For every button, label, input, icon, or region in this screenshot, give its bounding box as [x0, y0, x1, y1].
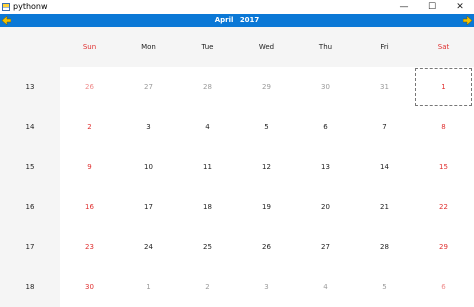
day-name-tue: Tue [201, 43, 214, 51]
day-cell[interactable]: 26 [237, 227, 296, 267]
calendar-navigation-bar: April 2017 [0, 14, 474, 27]
day-cell[interactable]: 10 [119, 147, 178, 187]
maximize-button[interactable]: ☐ [418, 0, 446, 14]
day-cell[interactable]: 31 [355, 67, 414, 107]
day-cell[interactable]: 6 [414, 267, 473, 307]
calendar-grid: Sun Mon Tue Wed Thu Fri Sat 13 26 27 28 29 30 31 1 14 2 3… [0, 27, 474, 307]
day-cell[interactable]: 1 [119, 267, 178, 307]
day-cell[interactable]: 25 [178, 227, 237, 267]
day-cell[interactable]: 11 [178, 147, 237, 187]
week-number: 16 [25, 203, 35, 211]
day-cell[interactable]: 30 [60, 267, 119, 307]
day-cell[interactable]: 30 [296, 67, 355, 107]
day-cell[interactable]: 9 [60, 147, 119, 187]
year-selector[interactable]: 2017 [240, 16, 259, 24]
day-cell[interactable]: 28 [178, 67, 237, 107]
day-cell[interactable]: 4 [296, 267, 355, 307]
window-titlebar: pythonw — ☐ ✕ [0, 0, 474, 14]
day-name-wed: Wed [258, 43, 275, 51]
day-cell[interactable]: 19 [237, 187, 296, 227]
day-cell[interactable]: 29 [414, 227, 473, 267]
week-number: 13 [25, 83, 35, 91]
window-title: pythonw [13, 2, 48, 11]
week-number: 15 [25, 163, 35, 171]
close-icon: ✕ [456, 2, 464, 12]
close-button[interactable]: ✕ [446, 0, 474, 14]
week-number: 14 [25, 123, 35, 131]
arrow-right-icon[interactable] [463, 16, 472, 25]
day-cell[interactable]: 5 [237, 107, 296, 147]
day-cell[interactable]: 2 [60, 107, 119, 147]
day-cell[interactable]: 7 [355, 107, 414, 147]
week-number: 17 [25, 243, 35, 251]
day-cell[interactable]: 16 [60, 187, 119, 227]
day-cell[interactable]: 23 [60, 227, 119, 267]
minimize-icon: — [399, 2, 409, 12]
python-app-icon [2, 3, 10, 11]
day-name-thu: Thu [318, 43, 333, 51]
day-cell[interactable]: 14 [355, 147, 414, 187]
day-cell[interactable]: 26 [60, 67, 119, 107]
day-cell[interactable]: 8 [414, 107, 473, 147]
day-cell[interactable]: 17 [119, 187, 178, 227]
day-cell[interactable]: 22 [414, 187, 473, 227]
day-cell[interactable]: 2 [178, 267, 237, 307]
day-cell[interactable]: 20 [296, 187, 355, 227]
day-name-mon: Mon [141, 43, 156, 51]
day-name-fri: Fri [380, 43, 389, 51]
minimize-button[interactable]: — [390, 0, 418, 14]
day-cell[interactable]: 5 [355, 267, 414, 307]
day-cell[interactable]: 15 [414, 147, 473, 187]
day-name-sun: Sun [82, 43, 97, 51]
day-cell[interactable]: 24 [119, 227, 178, 267]
day-cell[interactable]: 1 [414, 67, 473, 107]
day-cell[interactable]: 21 [355, 187, 414, 227]
day-name-sat: Sat [437, 43, 450, 51]
day-cell[interactable]: 29 [237, 67, 296, 107]
month-selector[interactable]: April [215, 16, 234, 24]
day-cell[interactable]: 3 [237, 267, 296, 307]
week-number: 18 [25, 283, 35, 291]
day-cell[interactable]: 18 [178, 187, 237, 227]
day-cell[interactable]: 27 [119, 67, 178, 107]
day-cell[interactable]: 6 [296, 107, 355, 147]
day-cell[interactable]: 28 [355, 227, 414, 267]
day-cell[interactable]: 3 [119, 107, 178, 147]
day-cell[interactable]: 13 [296, 147, 355, 187]
day-cell[interactable]: 27 [296, 227, 355, 267]
day-cell[interactable]: 4 [178, 107, 237, 147]
day-cell[interactable]: 12 [237, 147, 296, 187]
maximize-icon: ☐ [427, 2, 437, 12]
month-year-label: April 2017 [0, 14, 474, 27]
